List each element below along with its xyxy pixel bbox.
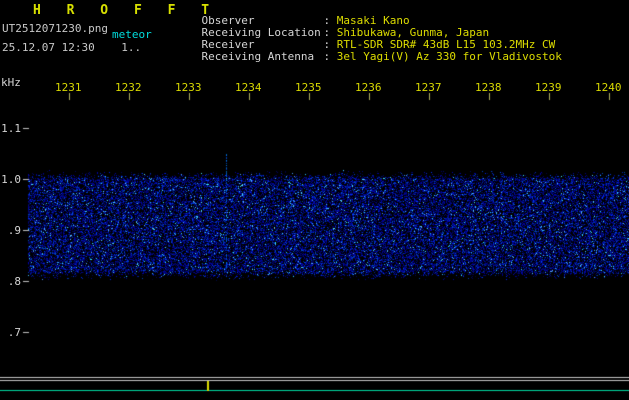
output-filename: UT2512071230.png [2,22,108,35]
y-tick-label: .7 [0,326,21,339]
x-tick-label: 1235 [295,81,322,94]
y-tick-label: .9 [0,224,21,237]
x-tick-label: 1238 [475,81,502,94]
x-tick-label: 1233 [175,81,202,94]
x-tick-label: 1237 [415,81,442,94]
y-tick-label: 1.1 [0,122,21,135]
mode-label: meteor [112,28,152,41]
x-tick-label: 1234 [235,81,262,94]
antenna-value: 3el Yagi(V) Az 330 for Vladivostok [337,50,562,63]
hrofft-screen: H R O F F T UT2512071230.png meteor 25.1… [0,0,629,400]
timestamp-line: 25.12.07 12:30 1.. [2,41,141,54]
x-tick-label: 1239 [535,81,562,94]
header-row-antenna: Receiving Antenna: 3el Yagi(V) Az 330 fo… [175,39,562,75]
colon-separator: : [324,50,337,63]
x-tick-label: 1232 [115,81,142,94]
x-tick-label: 1236 [355,81,382,94]
antenna-label: Receiving Antenna [202,51,324,63]
x-tick-label: 1240 [595,81,622,94]
y-tick-label: .8 [0,275,21,288]
y-axis-unit-label: kHz [1,76,21,89]
x-tick-label: 1231 [55,81,82,94]
y-tick-label: 1.0 [0,173,21,186]
